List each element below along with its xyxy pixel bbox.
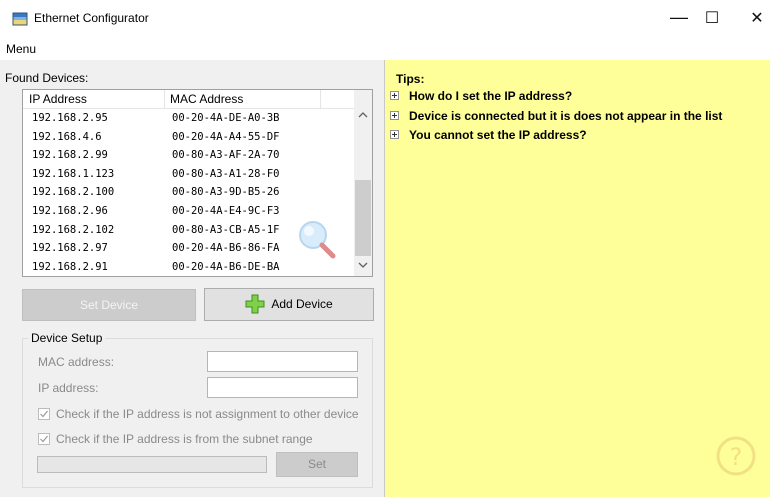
check-not-assigned-label: Check if the IP address is not assignmen… <box>56 407 359 421</box>
scroll-down-arrow-icon[interactable] <box>354 256 372 274</box>
mac-cell: 00-20-4A-DE-A0-3B <box>172 112 280 124</box>
table-row[interactable]: 192.168.2.95 00-20-4A-DE-A0-3B <box>23 109 354 128</box>
column-header-ip[interactable]: IP Address <box>29 92 87 106</box>
table-row[interactable]: 192.168.1.123 00-80-A3-A1-28-F0 <box>23 165 354 184</box>
list-scrollbar[interactable] <box>354 90 372 276</box>
ip-cell: 192.168.2.100 <box>32 186 115 199</box>
tip-item-set-ip[interactable]: How do I set the IP address? <box>390 89 572 103</box>
expand-plus-icon[interactable] <box>390 130 399 140</box>
column-separator[interactable] <box>164 90 165 108</box>
tip-item-not-in-list[interactable]: Device is connected but it is does not a… <box>390 109 722 123</box>
tip-label: Device is connected but it is does not a… <box>409 109 723 123</box>
device-setup-title: Device Setup <box>28 331 106 345</box>
menu-item-menu[interactable]: Menu <box>6 42 36 56</box>
title-bar: Ethernet Configurator — ☐ ✕ <box>0 0 770 38</box>
add-device-button[interactable]: Add Device <box>204 288 374 321</box>
help-question-icon[interactable]: ? <box>715 435 757 477</box>
svg-text:?: ? <box>730 443 743 471</box>
mac-cell: 00-80-A3-9D-B5-26 <box>172 186 280 199</box>
tip-label: How do I set the IP address? <box>409 89 573 103</box>
check-subnet-range-label: Check if the IP address is from the subn… <box>56 432 313 446</box>
ip-cell: 192.168.2.99 <box>32 149 108 162</box>
set-button[interactable]: Set <box>276 452 358 477</box>
scroll-thumb[interactable] <box>355 180 371 256</box>
ip-cell: 192.168.1.123 <box>32 167 115 180</box>
checkbox-subnet-range[interactable] <box>38 433 50 445</box>
tips-title: Tips: <box>396 72 425 86</box>
tip-item-cannot-set-ip[interactable]: You cannot set the IP address? <box>390 128 587 142</box>
table-row[interactable]: 192.168.4.6 00-20-4A-A4-55-DF <box>23 128 354 147</box>
mac-cell: 00-20-4A-B6-DE-BA <box>172 260 280 273</box>
table-row[interactable]: 192.168.2.91 00-20-4A-B6-DE-BA <box>23 258 354 276</box>
mac-cell: 00-80-A3-CB-A5-1F <box>172 223 280 236</box>
maximize-button[interactable]: ☐ <box>689 0 735 38</box>
expand-plus-icon[interactable] <box>390 111 399 121</box>
column-header-mac[interactable]: MAC Address <box>170 92 243 106</box>
list-header: IP Address MAC Address <box>23 90 354 109</box>
close-button[interactable]: ✕ <box>734 0 770 38</box>
window-title: Ethernet Configurator <box>34 11 149 25</box>
table-row[interactable]: 192.168.2.99 00-80-A3-AF-2A-70 <box>23 146 354 165</box>
ip-cell: 192.168.2.102 <box>32 223 115 236</box>
magnifier-icon <box>296 218 338 260</box>
menu-bar: Menu <box>0 38 770 60</box>
ip-cell: 192.168.4.6 <box>32 130 102 143</box>
ip-address-field[interactable] <box>207 377 358 398</box>
ip-address-label: IP address: <box>38 381 99 395</box>
scroll-up-arrow-icon[interactable] <box>354 106 372 124</box>
mac-cell: 00-80-A3-AF-2A-70 <box>172 149 280 162</box>
mac-address-field[interactable] <box>207 351 358 372</box>
found-devices-label: Found Devices: <box>5 71 89 85</box>
mac-cell: 00-20-4A-E4-9C-F3 <box>172 205 280 217</box>
add-device-label: Add Device <box>271 297 333 311</box>
expand-plus-icon[interactable] <box>390 91 399 101</box>
ip-cell: 192.168.2.91 <box>32 260 108 273</box>
app-icon <box>12 12 28 26</box>
mac-cell: 00-80-A3-A1-28-F0 <box>172 167 280 180</box>
set-device-button[interactable]: Set Device <box>22 289 196 321</box>
table-row[interactable]: 192.168.2.100 00-80-A3-9D-B5-26 <box>23 183 354 202</box>
column-separator[interactable] <box>320 90 321 108</box>
tip-label: You cannot set the IP address? <box>409 128 587 142</box>
tips-panel <box>385 60 770 497</box>
ip-cell: 192.168.2.97 <box>32 242 108 255</box>
mac-cell: 00-20-4A-B6-86-FA <box>172 242 280 255</box>
ip-cell: 192.168.2.95 <box>32 112 108 124</box>
mac-cell: 00-20-4A-A4-55-DF <box>172 130 280 143</box>
plus-icon <box>245 294 265 314</box>
ip-cell: 192.168.2.96 <box>32 205 108 217</box>
progress-bar <box>37 456 267 473</box>
mac-address-label: MAC address: <box>38 355 115 369</box>
checkbox-not-assigned[interactable] <box>38 408 50 420</box>
